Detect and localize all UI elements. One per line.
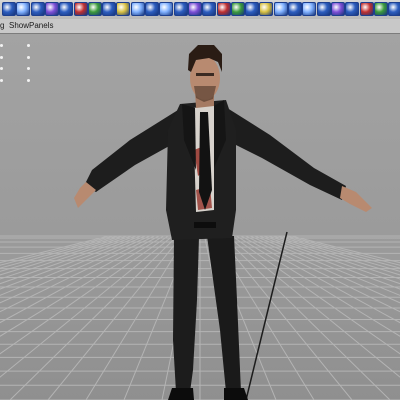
- right-arm: [224, 106, 346, 200]
- surface-icon[interactable]: [187, 2, 202, 16]
- hud-dot: [27, 56, 30, 59]
- extrude-icon[interactable]: [216, 2, 231, 16]
- hud-dot: [0, 56, 3, 59]
- menu-item-g[interactable]: g: [0, 21, 4, 30]
- joint-icon[interactable]: [302, 2, 317, 16]
- panel-menubar: g Show Panels: [0, 19, 400, 34]
- left-arm: [84, 110, 180, 192]
- hud-dot: [0, 79, 3, 82]
- eyes: [196, 73, 214, 76]
- plane-icon[interactable]: [59, 2, 74, 16]
- shelf-toolbar: [0, 0, 400, 20]
- revolve-icon[interactable]: [230, 2, 245, 16]
- hud-dot: [27, 44, 30, 47]
- cluster-icon[interactable]: [288, 2, 302, 16]
- cone-icon[interactable]: [44, 2, 59, 16]
- sculpt-icon[interactable]: [388, 2, 400, 16]
- hud-dot: [27, 67, 30, 70]
- light-icon[interactable]: [145, 2, 159, 16]
- hud-dot: [0, 44, 3, 47]
- ipr-icon[interactable]: [116, 2, 131, 16]
- bevel-icon[interactable]: [245, 2, 260, 16]
- paint-weights-icon[interactable]: [345, 2, 360, 16]
- ground-grid: [0, 231, 400, 400]
- menu-item-show[interactable]: Show: [9, 21, 29, 30]
- camera-icon[interactable]: [159, 2, 174, 16]
- right-hand: [340, 186, 372, 212]
- hud-dot: [27, 79, 30, 82]
- torus-icon[interactable]: [73, 2, 88, 16]
- nurbs-circle-icon[interactable]: [87, 2, 102, 16]
- lattice-icon[interactable]: [273, 2, 288, 16]
- belt-buckle: [194, 222, 216, 228]
- curve-icon[interactable]: [173, 2, 188, 16]
- sphere-icon[interactable]: [2, 2, 16, 16]
- wire-icon[interactable]: [373, 2, 388, 16]
- material-icon[interactable]: [130, 2, 145, 16]
- skin-icon[interactable]: [330, 2, 345, 16]
- menu-item-panels[interactable]: Panels: [29, 21, 53, 30]
- left-shoe: [168, 388, 194, 400]
- blend-shape-icon[interactable]: [359, 2, 374, 16]
- grid-axis-line: [245, 231, 288, 400]
- perspective-viewport[interactable]: [0, 34, 400, 400]
- viewport-scene: [0, 45, 400, 400]
- right-shoe: [224, 388, 248, 400]
- loft-icon[interactable]: [202, 2, 217, 16]
- render-icon[interactable]: [102, 2, 117, 16]
- cube-icon[interactable]: [16, 2, 31, 16]
- cylinder-icon[interactable]: [30, 2, 45, 16]
- hud-dot: [0, 67, 3, 70]
- left-leg: [173, 236, 199, 392]
- ik-handle-icon[interactable]: [316, 2, 331, 16]
- right-leg: [207, 236, 241, 392]
- deform-icon[interactable]: [259, 2, 274, 16]
